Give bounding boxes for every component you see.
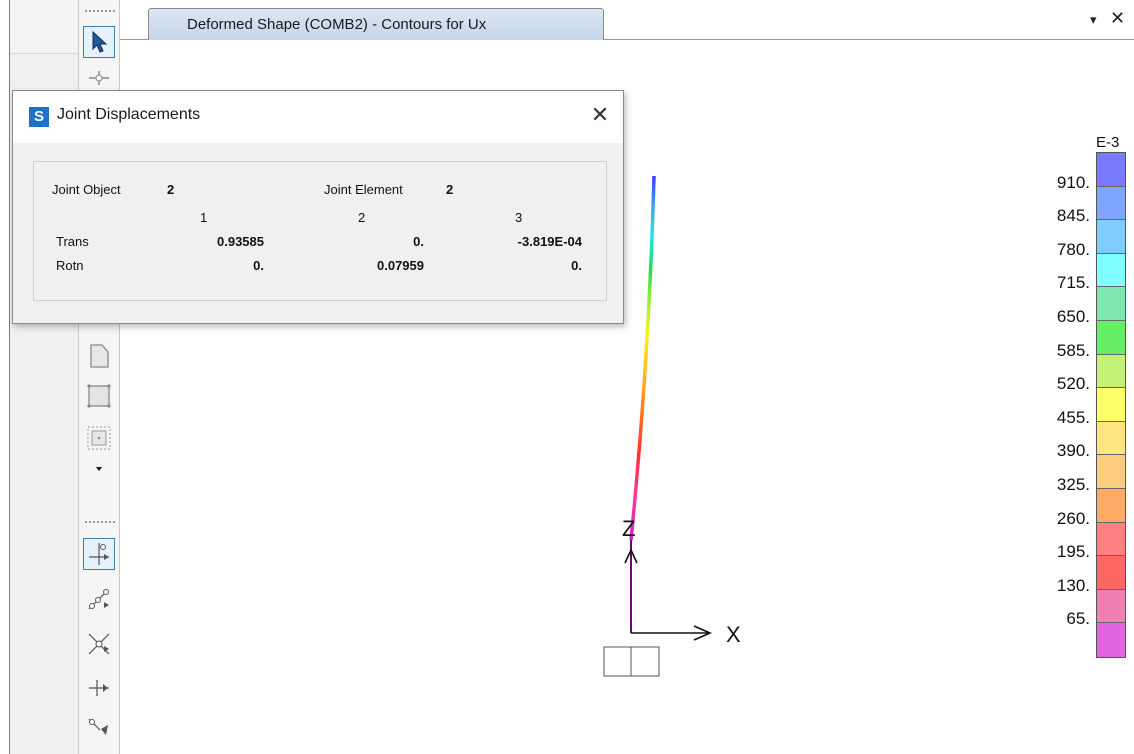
legend-label: 455. [1056,407,1090,427]
legend-swatch [1097,489,1125,523]
dialog-title: Joint Displacements [57,106,201,123]
legend-label: 325. [1056,475,1090,494]
support-box-left [603,646,632,677]
joint-displacements-dialog[interactable]: S Joint Displacements ✕ Joint Object 2 J… [12,90,624,324]
deformed-column [629,175,656,541]
rotn-value-2: 0.07959 [377,258,424,273]
legend-unit: E-3 [1096,134,1120,151]
rotn-value-1: 0. [253,258,264,273]
column-header-3: 3 [515,210,523,225]
legend-swatch [1097,522,1125,557]
contour-legend [1096,152,1126,658]
legend-label: 650. [1056,307,1090,326]
legend-swatch [1097,421,1125,456]
legend-swatch [1097,354,1125,389]
legend-swatch [1097,186,1125,221]
legend-label: 845. [1056,206,1090,226]
row-label-rotn: Rotn [56,258,84,273]
legend-label: 520. [1056,374,1090,394]
legend-label: 715. [1056,273,1090,293]
column-header-2: 2 [358,210,366,225]
rotn-value-3: 0. [571,258,582,273]
joint-object-value: 2 [167,182,175,197]
legend-label: 780. [1056,239,1090,259]
row-label-trans: Trans [56,234,89,249]
app-window: Deformed Shape (COMB2) - Contours for Ux… [0,0,1134,754]
support-box-right [630,646,660,677]
legend-swatch [1097,589,1125,624]
sap-logo-icon: S [29,107,49,127]
dialog-close-button[interactable]: ✕ [585,101,615,131]
legend-swatch [1097,623,1125,657]
legend-swatch [1097,455,1125,489]
column-header-1: 1 [200,210,208,225]
results-group: Joint Object 2 Joint Element 2 1 2 3 Tra… [33,161,607,301]
legend-label: 585. [1056,340,1090,360]
legend-label: 910. [1056,172,1090,192]
legend-label: 390. [1056,441,1090,461]
legend-label: 130. [1056,575,1090,595]
legend-label: 260. [1056,508,1090,528]
joint-element-label: Joint Element [324,182,403,197]
joint-object-label: Joint Object [52,182,121,197]
legend-swatch [1097,287,1125,321]
trans-value-3: -3.819E-04 [517,234,582,249]
joint-element-value: 2 [446,182,454,197]
legend-label: 65. [1066,609,1090,629]
legend-swatch [1097,556,1125,590]
trans-value-1: 0.93585 [217,234,264,249]
legend-label: 195. [1056,542,1090,562]
legend-swatch [1097,321,1125,355]
z-axis-label: Z [622,516,636,541]
legend-swatch [1097,220,1125,254]
trans-value-2: 0. [413,234,424,249]
legend-swatch [1097,153,1125,187]
legend-swatch [1097,388,1125,422]
x-axis-label: X [726,622,741,647]
legend-swatch [1097,253,1125,288]
dialog-titlebar[interactable]: S Joint Displacements ✕ [13,91,623,143]
